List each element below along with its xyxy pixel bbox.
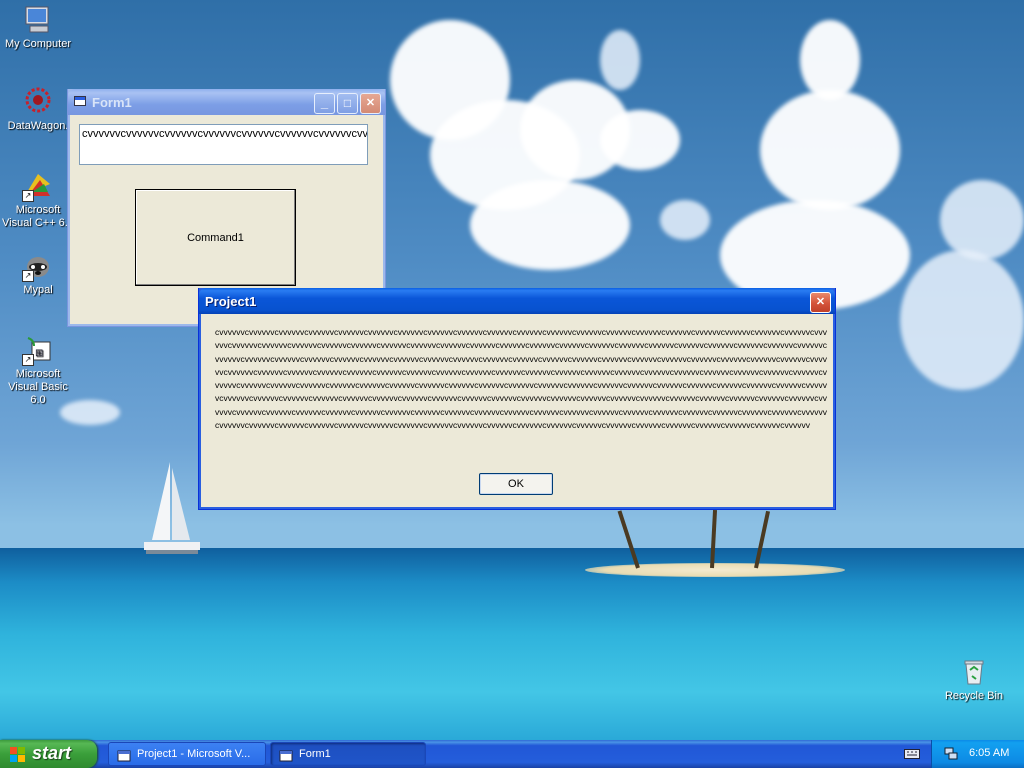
taskbar-item-project1[interactable]: Project1 - Microsoft V... xyxy=(108,742,266,766)
msgbox-titlebar[interactable]: Project1 ✕ xyxy=(199,288,835,314)
cloud xyxy=(470,180,630,270)
keyboard-icon[interactable] xyxy=(904,748,920,760)
sea xyxy=(0,548,1024,740)
desktop-icon-visual-cpp[interactable]: ↗ Microsoft Visual C++ 6.0 xyxy=(0,170,76,230)
cloud xyxy=(940,180,1024,260)
taskbar-item-form1[interactable]: Form1 xyxy=(270,742,426,766)
island-sand xyxy=(585,563,845,577)
taskbar-item-label: Project1 - Microsoft V... xyxy=(137,748,251,760)
cloud xyxy=(760,90,900,210)
form1-title: Form1 xyxy=(92,95,132,110)
form-icon xyxy=(74,96,86,106)
shortcut-arrow-icon: ↗ xyxy=(22,270,34,282)
ok-button[interactable]: OK xyxy=(479,473,553,495)
visual-basic-icon: ⊞ ↗ xyxy=(22,334,54,366)
start-button[interactable]: start xyxy=(0,740,97,768)
close-button[interactable]: ✕ xyxy=(360,93,381,114)
shortcut-arrow-icon: ↗ xyxy=(22,354,34,366)
visual-cpp-icon: ↗ xyxy=(22,170,54,202)
msgbox-title: Project1 xyxy=(205,294,257,309)
cloud xyxy=(900,250,1024,390)
form1-titlebar[interactable]: Form1 _ □ ✕ xyxy=(68,89,385,115)
cloud xyxy=(660,200,710,240)
clock[interactable]: 6:05 AM xyxy=(969,747,1009,759)
desktop-icon-recycle-bin[interactable]: Recycle Bin xyxy=(936,656,1012,703)
desktop-icon-datawagon[interactable]: DataWagon. xyxy=(0,86,76,133)
sailboat xyxy=(144,462,200,554)
desktop-icon-my-computer[interactable]: My Computer xyxy=(0,4,76,51)
my-computer-icon xyxy=(22,4,54,36)
start-label: start xyxy=(32,743,72,763)
shortcut-arrow-icon: ↗ xyxy=(22,190,34,202)
text1-textbox[interactable]: cvvvvvvcvvvvvvcvvvvvvcvvvvvvcvvvvvvcvvvv… xyxy=(79,124,368,165)
datawagon-icon xyxy=(22,86,54,118)
close-button[interactable]: ✕ xyxy=(810,292,831,313)
cloud xyxy=(600,110,680,170)
maximize-button[interactable]: □ xyxy=(337,93,358,114)
windows-logo-icon xyxy=(10,747,26,762)
cloud xyxy=(600,30,640,90)
desktop-icon-mypal[interactable]: ↗ Mypal xyxy=(0,250,76,297)
form-icon xyxy=(279,748,293,762)
taskbar: start Project1 - Microsoft V... Form1 6:… xyxy=(0,740,1024,768)
cloud xyxy=(800,20,860,100)
recycle-bin-icon xyxy=(958,656,990,688)
mypal-icon: ↗ xyxy=(22,250,54,282)
system-tray: 6:05 AM xyxy=(931,740,1024,768)
vb-project-icon xyxy=(117,748,131,762)
desktop-icon-visual-basic[interactable]: ⊞ ↗ Microsoft Visual Basic 6.0 xyxy=(0,334,76,407)
network-icon[interactable] xyxy=(944,747,958,760)
svg-text:⊞: ⊞ xyxy=(35,348,43,359)
command1-button[interactable]: Command1 xyxy=(135,189,296,286)
msgbox-message: cvvvvvvcvvvvvvcvvvvvvcvvvvvvcvvvvvvcvvvv… xyxy=(215,327,827,431)
project1-msgbox[interactable]: Project1 ✕ cvvvvvvcvvvvvvcvvvvvvcvvvvvvc… xyxy=(198,288,836,510)
taskbar-item-label: Form1 xyxy=(299,748,331,760)
minimize-button[interactable]: _ xyxy=(314,93,335,114)
